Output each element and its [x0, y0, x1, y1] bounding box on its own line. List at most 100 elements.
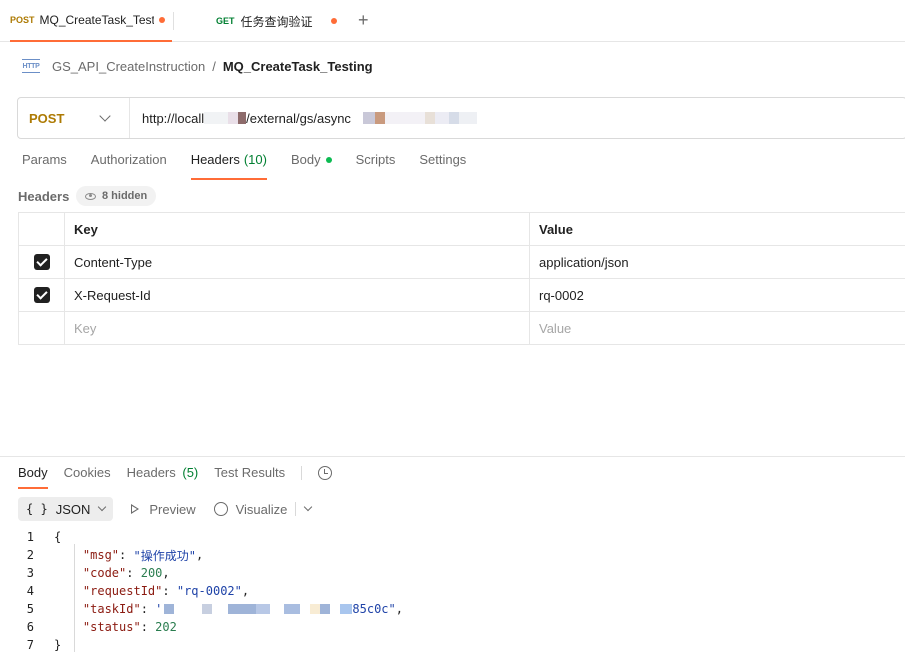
line-number: 3: [26, 566, 34, 580]
new-header-key-input[interactable]: Key: [64, 311, 530, 345]
column-header-value: Value: [529, 212, 905, 246]
redacted-block: [300, 604, 311, 614]
unsaved-dot-icon: [331, 18, 337, 24]
hidden-headers-label: 8 hidden: [102, 190, 148, 202]
tab-mq-createtask-testing[interactable]: POST MQ_CreateTask_Testing: [10, 0, 172, 42]
json-key: "requestId": [82, 584, 163, 598]
tab-title: 任务查询验证: [240, 14, 313, 29]
tab-authorization[interactable]: Authorization: [91, 152, 167, 180]
header-value-cell[interactable]: rq-0002: [529, 278, 905, 312]
request-tab-bar: POST MQ_CreateTask_Testing GET 任务查询验证 +: [0, 0, 905, 42]
url-host: http://locall: [142, 110, 205, 126]
tab-scripts[interactable]: Scripts: [356, 152, 396, 180]
code-line: 1 {: [18, 528, 403, 546]
code-line: 2 "msg": "操作成功",: [18, 546, 403, 564]
json-number: 200: [140, 566, 163, 580]
redacted-block: [434, 112, 449, 124]
response-tab-test-results[interactable]: Test Results: [214, 465, 285, 489]
new-tab-plus-icon[interactable]: +: [358, 10, 369, 30]
url-bar: POST http://locall /external/gs/async: [17, 97, 905, 139]
format-divider: [295, 502, 297, 516]
tab-headers-count: (10): [243, 152, 267, 167]
tab-method-badge: GET: [216, 16, 235, 26]
checkbox-checked[interactable]: [33, 254, 50, 271]
chevron-down-icon[interactable]: [304, 502, 313, 512]
response-tabs: Body Cookies Headers (5) Test Results: [18, 465, 333, 489]
table-row: X-Request-Id rq-0002: [18, 278, 905, 312]
json-string: 85c0c": [352, 602, 396, 616]
tab-settings[interactable]: Settings: [419, 152, 466, 180]
tab-body[interactable]: Body: [291, 152, 332, 180]
redacted-block: [202, 604, 213, 614]
redacted-block: [284, 604, 301, 614]
visualize-button[interactable]: Visualize: [213, 501, 288, 517]
http-request-icon: HTTP: [22, 59, 40, 73]
chevron-down-icon: [98, 502, 107, 512]
checkbox-checked[interactable]: [33, 287, 50, 304]
line-number: 4: [26, 584, 34, 598]
url-input[interactable]: http://locall /external/gs/async: [130, 111, 477, 126]
breadcrumb-separator: /: [212, 58, 216, 74]
row-checkbox-cell: [18, 245, 65, 279]
response-divider[interactable]: [0, 456, 905, 457]
response-tab-cookies[interactable]: Cookies: [64, 465, 111, 489]
redacted-block: [212, 604, 229, 614]
redacted-block: [320, 604, 331, 614]
url-path: /external/gs/async: [246, 110, 351, 126]
braces-icon: { }: [26, 502, 48, 516]
json-string: "操作成功": [133, 548, 196, 563]
redacted-block: [458, 112, 477, 124]
history-icon[interactable]: [318, 466, 333, 480]
body-indicator-dot-icon: [325, 157, 332, 163]
response-tabs-divider: [301, 466, 303, 480]
line-number: 1: [26, 530, 34, 544]
header-value-cell[interactable]: application/json: [529, 245, 905, 279]
json-string: "rq-0002": [176, 584, 242, 598]
redacted-block: [164, 604, 175, 614]
visualize-label: Visualize: [235, 501, 288, 517]
eye-icon: [85, 192, 96, 200]
redacted-block: [448, 112, 459, 124]
redacted-block: [174, 604, 203, 614]
format-selected: JSON: [55, 501, 91, 517]
json-number: 202: [155, 620, 177, 634]
table-row: Content-Type application/json: [18, 245, 905, 279]
redacted-block: [340, 604, 353, 614]
row-checkbox-cell: [18, 311, 65, 345]
json-key: "msg": [82, 548, 120, 562]
request-tabs: Params Authorization Headers (10) Body S…: [22, 152, 490, 180]
method-select[interactable]: POST: [18, 98, 130, 138]
tab-headers-label: Headers: [190, 152, 240, 167]
preview-button[interactable]: Preview: [131, 502, 196, 517]
header-key-cell[interactable]: X-Request-Id: [64, 278, 530, 312]
line-number: 2: [26, 548, 34, 562]
headers-section-title: Headers: [18, 189, 70, 204]
tab-params[interactable]: Params: [22, 152, 67, 180]
format-select[interactable]: { } JSON: [18, 497, 114, 521]
table-header-row: Key Value: [18, 212, 905, 246]
redacted-block: [228, 604, 257, 614]
breadcrumb-request-name[interactable]: MQ_CreateTask_Testing: [223, 59, 373, 74]
response-tab-headers[interactable]: Headers (5): [127, 465, 199, 489]
breadcrumb-collection[interactable]: GS_API_CreateInstruction: [52, 59, 205, 74]
hidden-headers-toggle[interactable]: 8 hidden: [76, 186, 157, 206]
code-line: 3 "code": 200,: [18, 564, 403, 582]
line-number: 7: [26, 638, 34, 652]
method-label: POST: [29, 110, 65, 126]
tab-headers[interactable]: Headers (10): [190, 152, 268, 180]
tab-title: MQ_CreateTask_Testing: [39, 13, 154, 27]
code-line: 5 "taskId": ' 85c0c",: [18, 600, 403, 618]
new-header-value-input[interactable]: Value: [529, 311, 905, 345]
tab-task-query[interactable]: GET 任务查询验证: [176, 0, 346, 42]
row-checkbox-cell: [18, 278, 65, 312]
redacted-block: [238, 112, 247, 124]
code-line: 4 "requestId": "rq-0002",: [18, 582, 403, 600]
redacted-block: [310, 604, 321, 614]
response-tab-body[interactable]: Body: [18, 465, 48, 489]
line-number: 5: [26, 602, 34, 616]
response-body-editor[interactable]: 1 { 2 "msg": "操作成功", 3 "code": 200, 4 "r…: [18, 528, 403, 654]
header-key-cell[interactable]: Content-Type: [64, 245, 530, 279]
redacted-block: [374, 112, 385, 124]
json-brace: {: [54, 530, 62, 544]
redacted-block: [330, 604, 341, 614]
